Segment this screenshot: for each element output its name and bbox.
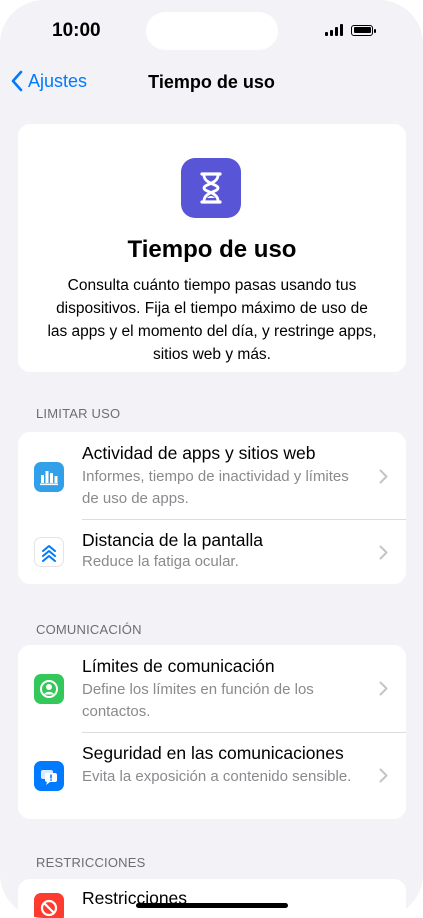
chevron-right-icon [379,469,388,484]
row-app-activity[interactable]: Actividad de apps y sitios web Informes,… [18,432,406,520]
home-indicator[interactable] [136,903,288,908]
row-subtitle: Define los límites en función de los con… [82,681,314,720]
page-title: Tiempo de uso [148,72,275,92]
hero-title: Tiempo de uso [127,236,297,263]
row-title: Seguridad en las comunicaciones [82,743,344,763]
row-title: Distancia de la pantalla [82,530,263,550]
group-limitar-uso: Actividad de apps y sitios web Informes,… [18,432,406,584]
signal-icon [325,24,343,36]
hero-card: Tiempo de uso Consulta cuánto tiempo pas… [18,124,406,372]
section-header-comunicacion: COMUNICACIÓN [36,622,142,637]
status-indicators [325,24,376,36]
person-circle-icon [34,674,64,704]
row-subtitle: Informes, tiempo de inactividad y límite… [82,468,349,507]
hero-description: Consulta cuánto tiempo pasas usando tus … [47,277,377,363]
chat-alert-icon [34,761,64,791]
group-comunicacion: Límites de comunicación Define los límit… [18,645,406,819]
section-header-restricciones: RESTRICCIONES [36,855,146,870]
hourglass-icon [181,158,241,218]
row-communication-safety[interactable]: Seguridad en las comunicaciones Evita la… [18,733,406,819]
section-header-limitar-uso: LIMITAR USO [36,406,121,421]
row-restrictions[interactable]: Restricciones [18,879,406,918]
battery-icon [351,24,376,36]
row-title: Límites de comunicación [82,656,275,676]
row-subtitle: Reduce la fatiga ocular. [82,553,239,570]
status-time: 10:00 [52,20,101,41]
bar-chart-icon [34,462,64,492]
chevron-right-icon [379,768,388,783]
chevrons-up-icon [34,537,64,567]
dynamic-island [146,12,278,50]
row-screen-distance[interactable]: Distancia de la pantalla Reduce la fatig… [18,520,406,584]
row-subtitle: Evita la exposición a contenido sensible… [82,768,352,785]
phone-screen: 10:00 Ajustes Tiempo de uso Tiempo de us… [0,0,423,918]
restrict-icon [34,893,64,918]
group-restricciones: Restricciones [18,879,406,918]
row-title: Actividad de apps y sitios web [82,443,316,463]
chevron-right-icon [379,681,388,696]
row-communication-limits[interactable]: Límites de comunicación Define los límit… [18,645,406,732]
chevron-right-icon [379,545,388,560]
